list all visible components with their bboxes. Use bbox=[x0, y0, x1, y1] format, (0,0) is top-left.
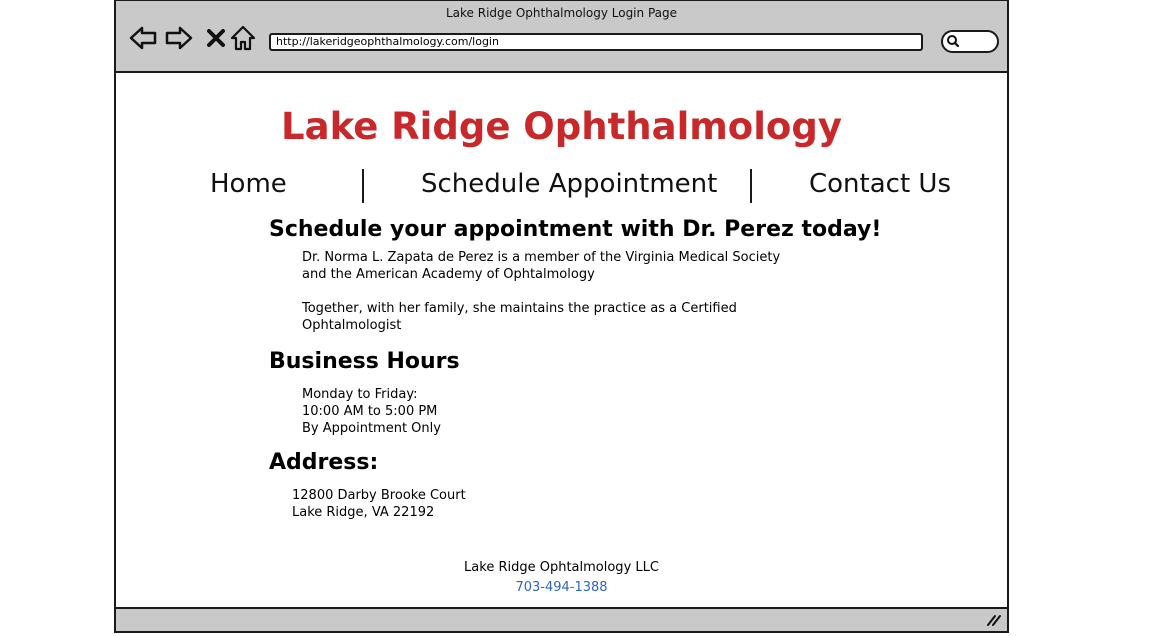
home-button[interactable] bbox=[228, 23, 258, 53]
hours-line: By Appointment Only bbox=[302, 421, 441, 436]
hours-line: Monday to Friday: bbox=[302, 387, 418, 402]
nav-home[interactable]: Home bbox=[210, 169, 287, 199]
resize-grip-icon[interactable] bbox=[987, 614, 1001, 626]
nav-divider bbox=[750, 169, 752, 203]
back-button[interactable] bbox=[128, 23, 158, 53]
nav-divider bbox=[362, 169, 364, 203]
intro-heading: Schedule your appointment with Dr. Perez… bbox=[269, 217, 882, 242]
back-arrow-icon bbox=[129, 26, 157, 50]
browser-toolbar: Lake Ridge Ophthalmology Login Page http… bbox=[116, 1, 1007, 73]
intro-line: Dr. Norma L. Zapata de Perez is a member… bbox=[302, 250, 781, 265]
address-heading: Address: bbox=[269, 450, 379, 475]
hours-heading: Business Hours bbox=[269, 349, 460, 374]
url-bar[interactable]: http://lakeridgeophthalmology.com/login bbox=[269, 33, 923, 51]
home-icon bbox=[230, 25, 256, 51]
site-title: Lake Ridge Ophthalmology bbox=[281, 105, 842, 148]
forward-arrow-icon bbox=[165, 26, 193, 50]
footer-company: Lake Ridge Ophtalmology LLC bbox=[464, 560, 659, 575]
browser-window: Lake Ridge Ophthalmology Login Page http… bbox=[114, 0, 1009, 633]
browser-search-box[interactable] bbox=[941, 30, 999, 53]
address-line: Lake Ridge, VA 22192 bbox=[292, 505, 435, 520]
address-line: 12800 Darby Brooke Court bbox=[292, 488, 466, 503]
page-content: Lake Ridge Ophthalmology Home Schedule A… bbox=[116, 73, 1007, 609]
hours-line: 10:00 AM to 5:00 PM bbox=[302, 404, 438, 419]
intro-line: Ophtalmologist bbox=[302, 318, 402, 333]
browser-status-bar bbox=[116, 607, 1007, 631]
intro-line: Together, with her family, she maintains… bbox=[302, 301, 737, 316]
footer-phone-link[interactable]: 703-494-1388 bbox=[116, 580, 1007, 595]
nav-contact-us[interactable]: Contact Us bbox=[809, 169, 951, 199]
search-icon bbox=[947, 35, 960, 48]
window-title: Lake Ridge Ophthalmology Login Page bbox=[445, 6, 677, 20]
forward-button[interactable] bbox=[164, 23, 194, 53]
nav-schedule-appointment[interactable]: Schedule Appointment bbox=[421, 169, 717, 199]
intro-line: and the American Academy of Ophtalmology bbox=[302, 267, 595, 282]
